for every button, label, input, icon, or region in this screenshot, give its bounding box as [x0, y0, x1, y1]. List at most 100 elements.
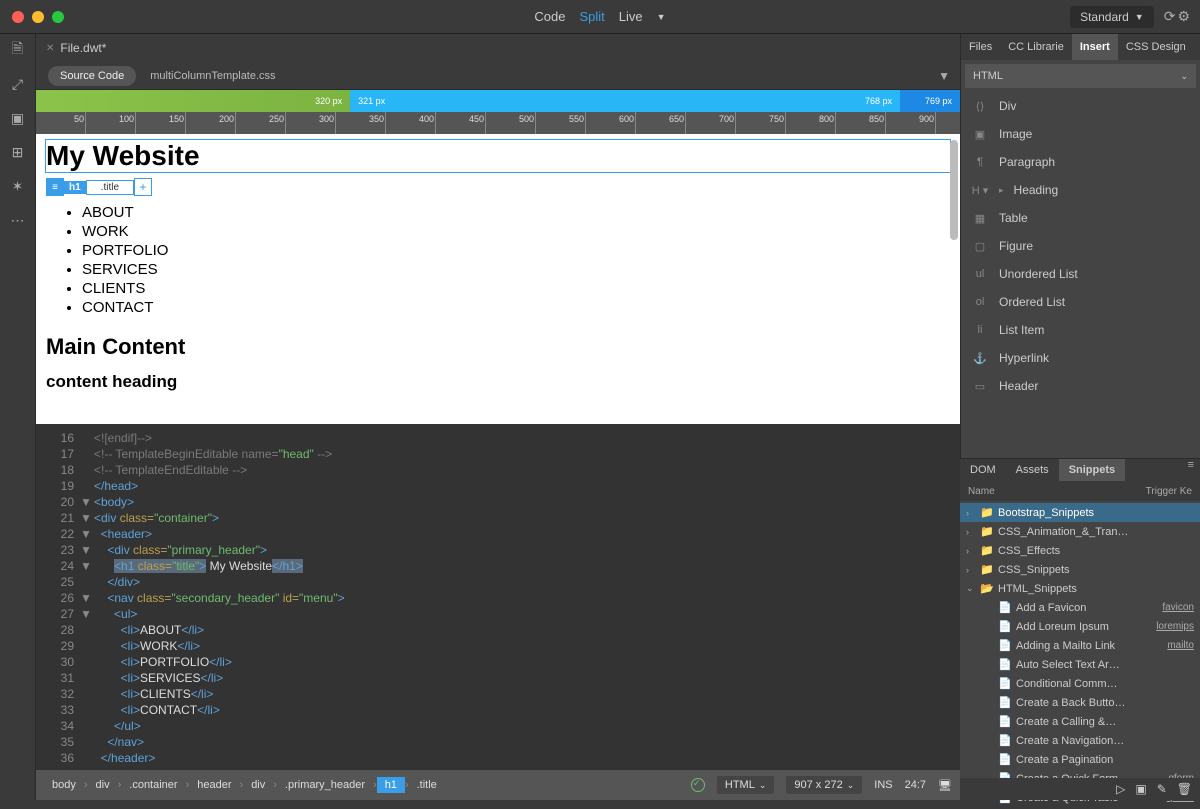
insert-item[interactable]: ▦Table: [961, 204, 1200, 232]
live-preview-pane[interactable]: My Website ≡ h1 .title + ABOUT WORK PORT…: [36, 134, 960, 424]
code-line[interactable]: 30 <li>PORTFOLIO</li>: [36, 654, 960, 670]
insert-item[interactable]: liList Item: [961, 316, 1200, 344]
insert-item[interactable]: olOrdered List: [961, 288, 1200, 316]
code-line[interactable]: 29 <li>WORK</li>: [36, 638, 960, 654]
insert-item[interactable]: H ▾▸Heading: [961, 176, 1200, 204]
preview-icon[interactable]: ▣: [8, 108, 28, 128]
code-line[interactable]: 25 </div>: [36, 574, 960, 590]
preview-nav-item[interactable]: ABOUT: [82, 204, 950, 221]
insert-item[interactable]: ▢Figure: [961, 232, 1200, 260]
close-icon[interactable]: ✕: [46, 43, 54, 54]
workspace-dropdown[interactable]: Standard ▼: [1070, 6, 1154, 28]
code-line[interactable]: 33 <li>CONTACT</li>: [36, 702, 960, 718]
media-query-bar[interactable]: 320 px 321 px 768 px 769 px: [36, 90, 960, 112]
language-dropdown[interactable]: HTML⌄: [717, 776, 775, 794]
code-line[interactable]: 32 <li>CLIENTS</li>: [36, 686, 960, 702]
source-code-button[interactable]: Source Code: [48, 66, 136, 86]
inspect-icon[interactable]: ⊞: [8, 142, 28, 162]
element-selector-chip[interactable]: ≡ h1 .title +: [46, 178, 152, 196]
code-line[interactable]: 19</head>: [36, 478, 960, 494]
breadcrumb-item[interactable]: header: [189, 777, 239, 793]
preview-nav-item[interactable]: SERVICES: [82, 261, 950, 278]
code-line[interactable]: 18<!-- TemplateEndEditable -->: [36, 462, 960, 478]
scrollbar[interactable]: [950, 140, 958, 240]
code-line[interactable]: 20▼<body>: [36, 494, 960, 510]
breadcrumb-item[interactable]: h1: [377, 777, 405, 793]
code-line[interactable]: 27▼ <ul>: [36, 606, 960, 622]
preview-nav-item[interactable]: PORTFOLIO: [82, 242, 950, 259]
trash-icon[interactable]: 🗑: [1177, 782, 1192, 796]
breadcrumb-item[interactable]: div: [88, 777, 118, 793]
insert-category-dropdown[interactable]: HTML ⌄: [965, 64, 1196, 88]
preview-h1-title[interactable]: My Website: [46, 140, 950, 172]
viewport-size-dropdown[interactable]: 907 x 272⌄: [786, 776, 862, 794]
tree-row[interactable]: 📄Auto Select Text Ar…: [960, 655, 1200, 674]
breakpoint-segment[interactable]: 769 px: [900, 90, 960, 112]
panel-menu-icon[interactable]: ≡: [1182, 459, 1200, 481]
view-mode-live[interactable]: Live: [619, 9, 643, 24]
expand-icon[interactable]: ⤢: [8, 74, 28, 94]
code-line[interactable]: 26▼ <nav class="secondary_header" id="me…: [36, 590, 960, 606]
code-line[interactable]: 31 <li>SERVICES</li>: [36, 670, 960, 686]
filter-icon[interactable]: ▼: [938, 69, 950, 83]
code-line[interactable]: 35 </nav>: [36, 734, 960, 750]
tab-insert[interactable]: Insert: [1072, 34, 1118, 60]
new-snippet-icon[interactable]: ✎: [1157, 782, 1167, 796]
code-line[interactable]: 22▼ <header>: [36, 526, 960, 542]
code-editor-pane[interactable]: 16<![endif]-->17<!-- TemplateBeginEditab…: [36, 424, 960, 770]
insert-item[interactable]: ▭Header: [961, 372, 1200, 400]
tree-row[interactable]: 📄Create a Back Butto…: [960, 693, 1200, 712]
tab-css-designer[interactable]: CSS Design: [1118, 34, 1194, 60]
tree-row[interactable]: 📄Create a Pagination: [960, 750, 1200, 769]
breakpoint-segment[interactable]: 320 px: [36, 90, 350, 112]
file-tab[interactable]: ✕ File.dwt*: [36, 34, 116, 62]
chip-classname[interactable]: .title: [86, 180, 134, 195]
tree-row[interactable]: 📄Conditional Comm…: [960, 674, 1200, 693]
code-line[interactable]: 23▼ <div class="primary_header">: [36, 542, 960, 558]
no-errors-icon[interactable]: [691, 778, 705, 792]
tree-row[interactable]: 📄Adding a Mailto Linkmailto: [960, 636, 1200, 655]
tree-row[interactable]: 📄Create a Calling &…: [960, 712, 1200, 731]
tab-files[interactable]: Files: [961, 34, 1000, 60]
tab-cc-libraries[interactable]: CC Librarie: [1000, 34, 1072, 60]
insert-item[interactable]: ¶Paragraph: [961, 148, 1200, 176]
more-icon[interactable]: ⋯: [8, 210, 28, 230]
code-line[interactable]: 24▼ <h1 class="title"> My Website</h1>: [36, 558, 960, 574]
view-mode-code[interactable]: Code: [534, 9, 565, 24]
minimize-window-icon[interactable]: [32, 11, 44, 23]
breadcrumb-item[interactable]: .container: [121, 777, 185, 793]
gear-icon[interactable]: ⚙: [1177, 8, 1190, 25]
tree-row[interactable]: 📄Add Loreum Ipsumloremips: [960, 617, 1200, 636]
settings-icon[interactable]: ✶: [8, 176, 28, 196]
breadcrumb-item[interactable]: .primary_header: [277, 777, 373, 793]
code-line[interactable]: 16<![endif]-->: [36, 430, 960, 446]
tree-row[interactable]: 📄Add a Faviconfavicon: [960, 598, 1200, 617]
tree-row[interactable]: ›📁Bootstrap_Snippets: [960, 503, 1200, 522]
hamburger-icon[interactable]: ≡: [46, 178, 64, 196]
code-line[interactable]: 21▼<div class="container">: [36, 510, 960, 526]
breadcrumb-item[interactable]: div: [243, 777, 273, 793]
close-window-icon[interactable]: [12, 11, 24, 23]
tab-snippets[interactable]: Snippets: [1059, 459, 1125, 481]
code-line[interactable]: 17<!-- TemplateBeginEditable name="head"…: [36, 446, 960, 462]
zoom-window-icon[interactable]: [52, 11, 64, 23]
add-class-icon[interactable]: +: [134, 178, 152, 196]
insert-item[interactable]: ⚓Hyperlink: [961, 344, 1200, 372]
preview-nav-item[interactable]: CLIENTS: [82, 280, 950, 297]
real-time-preview-icon[interactable]: 🖥: [938, 779, 952, 792]
preview-nav-item[interactable]: WORK: [82, 223, 950, 240]
tab-dom[interactable]: DOM: [960, 459, 1006, 481]
file-icon[interactable]: 🗎: [8, 40, 28, 60]
code-line[interactable]: 28 <li>ABOUT</li>: [36, 622, 960, 638]
breadcrumb-item[interactable]: .title: [409, 777, 445, 793]
insert-item[interactable]: ⟨⟩Div: [961, 92, 1200, 120]
insert-item[interactable]: ulUnordered List: [961, 260, 1200, 288]
sync-icon[interactable]: ⟳: [1164, 8, 1176, 25]
new-folder-icon[interactable]: ▣: [1135, 782, 1146, 796]
view-mode-split[interactable]: Split: [580, 9, 605, 24]
breakpoint-segment[interactable]: 321 px 768 px: [350, 90, 900, 112]
code-line[interactable]: 34 </ul>: [36, 718, 960, 734]
code-line[interactable]: 36 </header>: [36, 750, 960, 766]
preview-h3[interactable]: content heading: [46, 372, 950, 392]
related-css-link[interactable]: multiColumnTemplate.css: [150, 70, 275, 82]
